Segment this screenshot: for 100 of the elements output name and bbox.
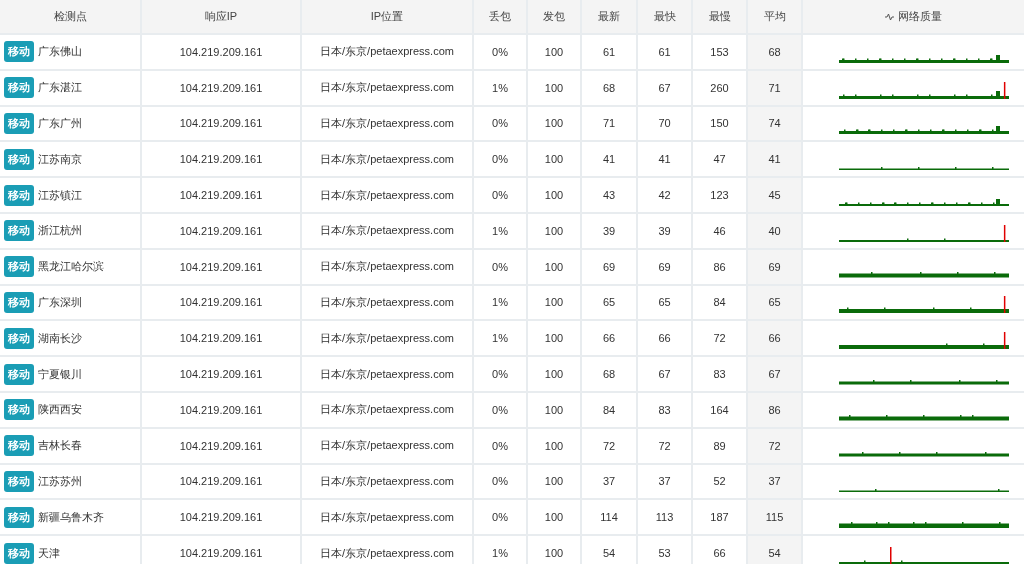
column-header: 最快 [638,0,691,33]
latest-cell: 69 [582,249,636,284]
latest-cell: 54 [582,536,636,564]
slowest-cell: 47 [693,142,746,177]
average-cell: 45 [748,178,801,212]
sent-cell: 100 [528,464,580,499]
slowest-cell: 260 [693,70,746,105]
latest-cell: 68 [582,70,636,105]
average-cell: 37 [748,464,801,499]
station-name: 湖南长沙 [38,330,82,346]
sent-cell: 100 [528,249,580,284]
average-cell: 65 [748,285,801,320]
ip-cell: 104.219.209.161 [142,249,300,284]
station-name: 黑龙江哈尔滨 [38,259,104,275]
average-cell: 54 [748,536,801,564]
location-cell: 日本/东京/petaexpress.com [302,285,472,320]
loss-cell: 0% [474,35,526,69]
ip-cell: 104.219.209.161 [142,70,300,105]
loss-cell: 1% [474,285,526,320]
loss-cell: 1% [474,70,526,105]
loss-cell: 0% [474,392,526,427]
location-cell: 日本/东京/petaexpress.com [302,357,472,391]
sent-cell: 100 [528,70,580,105]
sent-cell: 100 [528,178,580,212]
station-name: 新疆乌鲁木齐 [38,509,104,525]
sent-cell: 100 [528,536,580,564]
station-name: 陕西西安 [38,402,82,418]
location-cell: 日本/东京/petaexpress.com [302,106,472,141]
pulse-icon [885,12,894,21]
slowest-cell: 86 [693,249,746,284]
station-name: 浙江杭州 [38,223,82,239]
loss-cell: 0% [474,106,526,141]
average-cell: 67 [748,357,801,391]
isp-tag: 移动 [4,435,34,457]
slowest-cell: 52 [693,464,746,499]
slowest-cell: 150 [693,106,746,141]
column-header: 平均 [748,0,801,33]
sent-cell: 100 [528,321,580,356]
loss-cell: 1% [474,214,526,248]
fastest-cell: 53 [638,536,691,564]
location-cell: 日本/东京/petaexpress.com [302,464,472,499]
sent-cell: 100 [528,214,580,248]
ip-cell: 104.219.209.161 [142,536,300,564]
fastest-cell: 67 [638,357,691,391]
station-name: 广东湛江 [38,80,82,96]
latest-cell: 71 [582,106,636,141]
fastest-cell: 65 [638,285,691,320]
slowest-cell: 164 [693,392,746,427]
latest-cell: 84 [582,392,636,427]
station-name: 江苏苏州 [38,473,82,489]
fastest-cell: 113 [638,500,691,535]
latest-cell: 37 [582,464,636,499]
isp-tag: 移动 [4,77,34,99]
ip-cell: 104.219.209.161 [142,392,300,427]
fastest-cell: 67 [638,70,691,105]
average-cell: 69 [748,249,801,284]
sent-cell: 100 [528,357,580,391]
latest-cell: 114 [582,500,636,535]
loss-cell: 0% [474,142,526,177]
slowest-cell: 153 [693,35,746,69]
ip-cell: 104.219.209.161 [142,357,300,391]
average-cell: 71 [748,70,801,105]
fastest-cell: 72 [638,428,691,463]
column-header: IP位置 [302,0,472,33]
slowest-cell: 89 [693,428,746,463]
slowest-cell: 83 [693,357,746,391]
slowest-cell: 66 [693,536,746,564]
slowest-cell: 187 [693,500,746,535]
ip-cell: 104.219.209.161 [142,178,300,212]
isp-tag: 移动 [4,220,34,242]
loss-cell: 1% [474,321,526,356]
ip-cell: 104.219.209.161 [142,214,300,248]
station-name: 宁夏银川 [38,366,82,382]
ip-cell: 104.219.209.161 [142,500,300,535]
column-header: 最慢 [693,0,746,33]
isp-tag: 移动 [4,327,34,349]
sent-cell: 100 [528,500,580,535]
column-header: 响应IP [142,0,300,33]
location-cell: 日本/东京/petaexpress.com [302,35,472,69]
slowest-cell: 72 [693,321,746,356]
isp-tag: 移动 [4,148,34,170]
isp-tag: 移动 [4,41,34,63]
ip-cell: 104.219.209.161 [142,428,300,463]
average-cell: 68 [748,35,801,69]
latest-cell: 72 [582,428,636,463]
column-header: 最新 [582,0,636,33]
column-header: 发包 [528,0,580,33]
latest-cell: 61 [582,35,636,69]
isp-tag: 移动 [4,113,34,134]
slowest-cell: 84 [693,285,746,320]
isp-tag: 移动 [4,470,34,492]
fastest-cell: 70 [638,106,691,141]
fastest-cell: 41 [638,142,691,177]
latest-cell: 43 [582,178,636,212]
location-cell: 日本/东京/petaexpress.com [302,392,472,427]
loss-cell: 0% [474,249,526,284]
sent-cell: 100 [528,428,580,463]
location-cell: 日本/东京/petaexpress.com [302,142,472,177]
column-header: 丢包 [474,0,526,33]
isp-tag: 移动 [4,291,34,313]
